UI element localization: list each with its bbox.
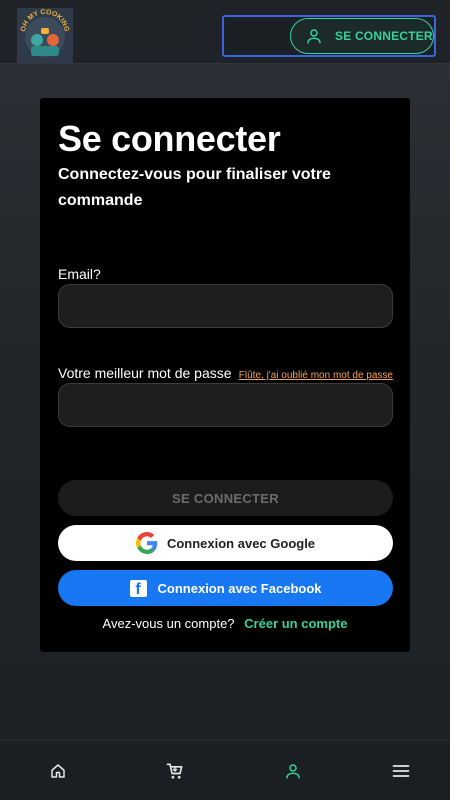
submit-label: SE CONNECTER bbox=[172, 490, 279, 506]
user-icon bbox=[286, 764, 300, 779]
google-login-button[interactable]: Connexion avec Google bbox=[58, 525, 393, 561]
password-label: Votre meilleur mot de passe bbox=[58, 365, 232, 381]
bottom-nav bbox=[0, 740, 450, 800]
brand-logo[interactable]: OH MY COOKING BUDDY'S bbox=[17, 8, 73, 63]
login-card: Se connecter Connectez-vous pour finalis… bbox=[40, 98, 410, 652]
nav-menu[interactable] bbox=[371, 741, 431, 800]
facebook-login-label: Connexion avec Facebook bbox=[157, 580, 322, 596]
header-signin-button[interactable]: SE CONNECTER bbox=[290, 18, 434, 54]
google-login-label: Connexion avec Google bbox=[166, 535, 316, 551]
email-field[interactable] bbox=[58, 284, 393, 328]
nav-account[interactable] bbox=[263, 741, 323, 800]
google-icon bbox=[135, 532, 158, 554]
header-signin-label: SE CONNECTER bbox=[335, 29, 433, 43]
account-question: Avez-vous un compte? bbox=[102, 616, 235, 631]
create-account-link[interactable]: Créer un compte bbox=[244, 616, 347, 631]
page-title: Se connecter bbox=[58, 118, 281, 159]
facebook-icon: f bbox=[129, 579, 147, 597]
account-row: Avez-vous un compte? Créer un compte bbox=[40, 616, 410, 631]
forgot-password-link[interactable]: Flûte, j'ai oublié mon mot de passe bbox=[239, 370, 393, 381]
email-label: Email? bbox=[58, 266, 101, 282]
submit-button[interactable]: SE CONNECTER bbox=[58, 480, 393, 516]
page-subtitle: Connectez-vous pour finaliser votre comm… bbox=[58, 166, 331, 209]
password-field[interactable] bbox=[58, 383, 393, 427]
nav-home[interactable] bbox=[28, 741, 88, 800]
user-icon bbox=[307, 29, 321, 44]
menu-icon bbox=[392, 765, 410, 777]
brand-logo-image: OH MY COOKING BUDDY'S bbox=[17, 8, 73, 63]
nav-cart[interactable] bbox=[145, 741, 205, 800]
top-bar: OH MY COOKING BUDDY'S SE CONNECTER bbox=[0, 0, 450, 63]
facebook-login-button[interactable]: f Connexion avec Facebook bbox=[58, 570, 393, 606]
home-icon bbox=[51, 764, 65, 778]
cart-icon bbox=[166, 763, 183, 779]
